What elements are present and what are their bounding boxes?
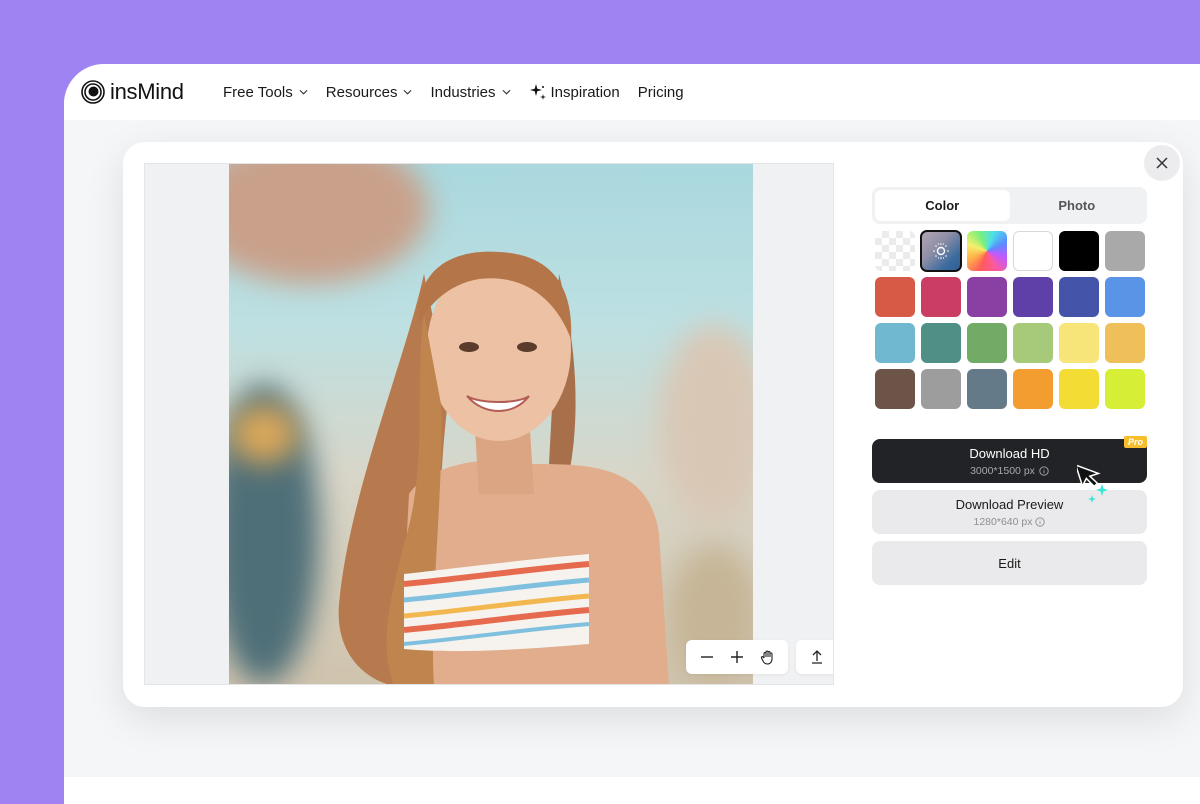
nav-inspiration[interactable]: Inspiration: [529, 83, 620, 101]
swatch-royal-blue[interactable]: [1059, 277, 1099, 317]
page-footer-strip: [64, 777, 1200, 804]
zoom-out-button[interactable]: [692, 642, 722, 672]
logo[interactable]: insMind: [81, 79, 184, 105]
nav-label: Inspiration: [550, 83, 620, 101]
portrait-illustration: [338, 251, 669, 684]
upload-icon: [812, 650, 822, 664]
download-preview-label: Download Preview: [955, 496, 1064, 512]
swatch-gray[interactable]: [1105, 231, 1145, 271]
nav-pricing[interactable]: Pricing: [638, 84, 684, 101]
download-hd-button[interactable]: Pro Download HD 3000*1500 px: [872, 436, 1147, 483]
download-preview-size-text: 1280*640 px: [973, 515, 1033, 528]
nav-label: Industries: [430, 83, 496, 101]
swatch-white[interactable]: [1013, 231, 1053, 271]
upload-button[interactable]: [802, 642, 832, 672]
download-hd-label: Download HD: [969, 445, 1050, 461]
nav-free-tools[interactable]: Free Tools: [223, 84, 308, 101]
plus-icon: [731, 651, 743, 663]
edit-button[interactable]: Edit: [872, 541, 1147, 585]
nav-label: Free Tools: [223, 83, 293, 101]
swatch-color-wheel[interactable]: [967, 231, 1007, 271]
zoom-controls: [686, 640, 788, 674]
tab-color[interactable]: Color: [875, 190, 1010, 221]
logo-icon: [81, 80, 105, 104]
swatch-transparent[interactable]: [875, 231, 915, 271]
download-hd-size: 3000*1500 px: [970, 465, 1049, 477]
swatch-teal[interactable]: [921, 323, 961, 363]
close-button[interactable]: [1144, 145, 1180, 181]
swatch-brown[interactable]: [875, 369, 915, 409]
download-preview-button[interactable]: Download Preview 1280*640 px: [872, 490, 1147, 534]
edited-photo: [229, 164, 753, 684]
swatch-blue[interactable]: [1105, 277, 1145, 317]
info-icon[interactable]: [1035, 516, 1046, 527]
minus-icon: [701, 656, 713, 658]
download-preview-size: 1280*640 px: [974, 516, 1046, 528]
swatch-lime[interactable]: [1105, 369, 1145, 409]
nav-menu: Free Tools Resources Industries Inspirat…: [223, 64, 702, 120]
image-canvas[interactable]: [144, 163, 834, 685]
top-navbar: insMind Free Tools Resources Industries: [64, 64, 1200, 120]
nav-label: Resources: [325, 83, 398, 101]
nav-resources[interactable]: Resources: [326, 84, 413, 101]
browser-window: insMind Free Tools Resources Industries: [64, 64, 1200, 804]
background-options-panel: Color Photo Pro Download HD 3000*1500 px…: [872, 187, 1147, 585]
swatch-slate[interactable]: [967, 369, 1007, 409]
swatch-indigo[interactable]: [1013, 277, 1053, 317]
swatch-auto-gradient[interactable]: [920, 230, 962, 272]
swatch-green[interactable]: [967, 323, 1007, 363]
background-change-modal: Color Photo Pro Download HD 3000*1500 px…: [123, 142, 1183, 707]
canvas-toolbar: [686, 640, 833, 674]
chevron-down-icon: [403, 89, 412, 95]
swatch-light-green[interactable]: [1013, 323, 1053, 363]
swatch-mustard[interactable]: [1105, 323, 1145, 363]
color-swatch-grid: [872, 230, 1147, 409]
info-icon[interactable]: [1039, 465, 1049, 476]
swatch-purple[interactable]: [967, 277, 1007, 317]
pan-button[interactable]: [752, 642, 782, 672]
nav-industries[interactable]: Industries: [430, 84, 510, 101]
chevron-down-icon: [502, 89, 510, 95]
brand-name: insMind: [110, 79, 184, 104]
swatch-yellow[interactable]: [1059, 369, 1099, 409]
sparkle-icon: [529, 84, 546, 100]
zoom-in-button[interactable]: [722, 642, 752, 672]
swatch-light-yellow[interactable]: [1059, 323, 1099, 363]
close-icon: [1156, 157, 1168, 169]
swatch-black[interactable]: [1059, 231, 1099, 271]
swatch-sky[interactable]: [875, 323, 915, 363]
swatch-orange[interactable]: [1013, 369, 1053, 409]
nav-label: Pricing: [637, 83, 684, 101]
auto-color-icon: [933, 243, 949, 259]
background-type-tabs: Color Photo: [872, 187, 1147, 224]
hand-icon: [760, 650, 773, 665]
tab-photo[interactable]: Photo: [1010, 190, 1145, 221]
download-hd-size-text: 3000*1500 px: [970, 464, 1035, 477]
upload-group: [796, 640, 833, 674]
swatch-red[interactable]: [875, 277, 915, 317]
swatch-mid-gray[interactable]: [921, 369, 961, 409]
chevron-down-icon: [299, 89, 308, 95]
swatch-raspberry[interactable]: [921, 277, 961, 317]
pro-badge: Pro: [1123, 436, 1147, 448]
